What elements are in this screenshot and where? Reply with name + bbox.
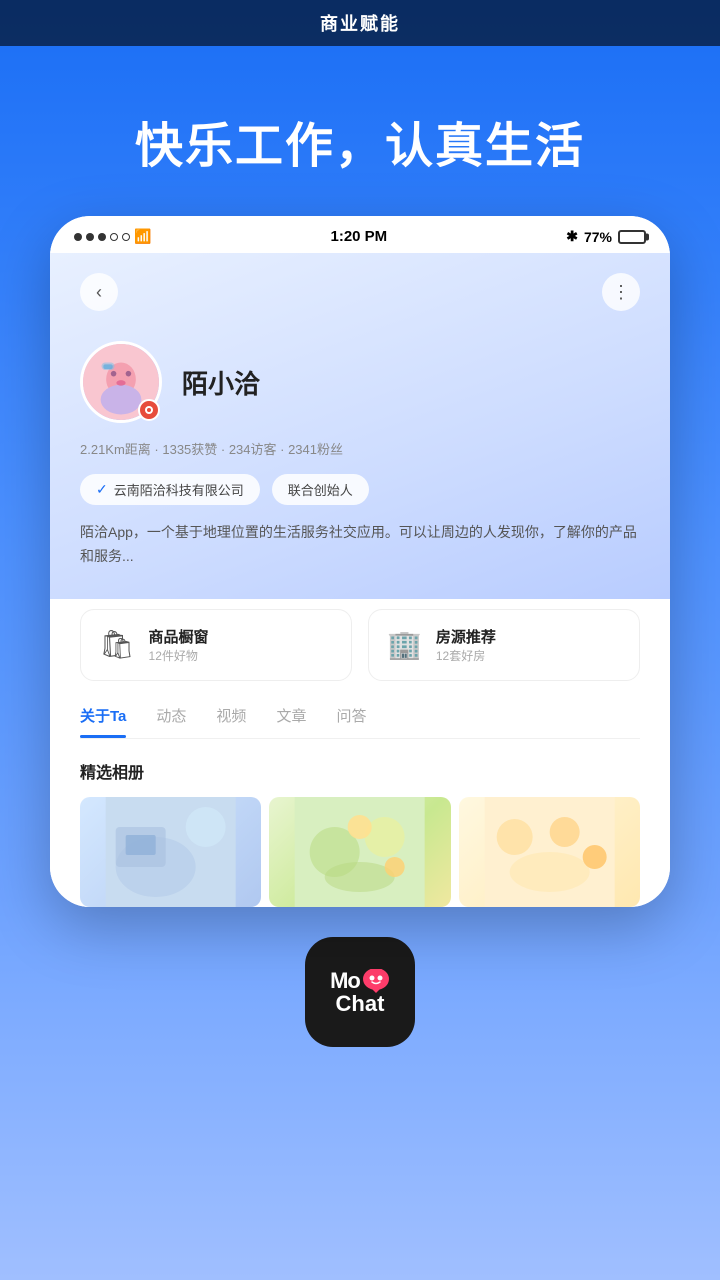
signal-dot-4	[110, 233, 118, 241]
shop-card[interactable]: 🛍 商品橱窗 12件好物	[80, 609, 352, 681]
top-bar: 商业赋能	[0, 0, 720, 46]
bio-text: 陌洽App，一个基于地理位置的生活服务社交应用。可以让周边的人发现你，了解你的产…	[80, 521, 640, 569]
signal-dot-2	[86, 233, 94, 241]
tab-article[interactable]: 文章	[276, 705, 306, 738]
tabs-row: 关于Ta 动态 视频 文章 问答	[80, 705, 640, 739]
avatar-badge	[138, 399, 160, 421]
logo-chat: Chat	[336, 993, 385, 1015]
hero-section: 快乐工作，认真生活	[0, 46, 720, 216]
phone-wrapper: 📶 1:20 PM ✱ 77% ‹ ⋮	[0, 216, 720, 907]
photo-3	[459, 797, 640, 907]
signal-dot-5	[122, 233, 130, 241]
logo-mo: Mo	[330, 970, 360, 992]
status-bar: 📶 1:20 PM ✱ 77%	[50, 216, 670, 253]
company-tag: ✓ 云南陌洽科技有限公司	[80, 474, 260, 505]
tab-video[interactable]: 视频	[216, 705, 246, 738]
shop-icon: 🛍	[99, 628, 135, 661]
back-button[interactable]: ‹	[80, 273, 118, 311]
hero-title: 快乐工作，认真生活	[20, 106, 700, 176]
stats-text: 2.21Km距离 · 1335获赞 · 234访客 · 2341粉丝	[80, 442, 343, 457]
role-tag: 联合创始人	[272, 474, 369, 505]
signal-dot-3	[98, 233, 106, 241]
tab-qa[interactable]: 问答	[336, 705, 366, 738]
house-sub: 12套好房	[436, 647, 496, 664]
tags-row: ✓ 云南陌洽科技有限公司 联合创始人	[80, 474, 640, 505]
profile-header-bg: ‹ ⋮	[50, 253, 670, 599]
avatar-row: 陌小洽	[80, 341, 640, 423]
status-right: ✱ 77%	[566, 228, 646, 245]
photo-2	[269, 797, 450, 907]
house-card[interactable]: 🏢 房源推荐 12套好房	[368, 609, 640, 681]
tab-about[interactable]: 关于Ta	[80, 705, 126, 738]
shop-title: 商品橱窗	[149, 626, 209, 647]
stats-row: 2.21Km距离 · 1335获赞 · 234访客 · 2341粉丝	[80, 439, 640, 458]
bottom-area: Mo Chat	[0, 907, 720, 1067]
verified-icon: ✓	[96, 481, 108, 498]
role-text: 联合创始人	[288, 480, 353, 499]
status-time: 1:20 PM	[330, 228, 387, 245]
wifi-icon: 📶	[134, 228, 151, 245]
battery-icon	[618, 230, 646, 244]
signal-dot-1	[74, 233, 82, 241]
tab-dynamic[interactable]: 动态	[156, 705, 186, 738]
phone-mockup: 📶 1:20 PM ✱ 77% ‹ ⋮	[50, 216, 670, 907]
nav-row: ‹ ⋮	[80, 273, 640, 311]
more-button[interactable]: ⋮	[602, 273, 640, 311]
battery-percent: 77%	[584, 229, 612, 245]
cards-row: 🛍 商品橱窗 12件好物 🏢 房源推荐 12套好房	[80, 609, 640, 681]
bluetooth-icon: ✱	[566, 228, 578, 245]
album-title: 精选相册	[80, 759, 640, 783]
content-area: 🛍 商品橱窗 12件好物 🏢 房源推荐 12套好房 关于Ta	[50, 589, 670, 907]
app-logo: Mo Chat	[305, 937, 415, 1047]
company-name: 云南陌洽科技有限公司	[114, 480, 244, 499]
top-bar-title: 商业赋能	[320, 14, 400, 34]
house-icon: 🏢	[387, 628, 422, 661]
shop-info: 商品橱窗 12件好物	[149, 626, 209, 664]
photo-grid	[80, 797, 640, 907]
profile-name: 陌小洽	[182, 364, 260, 401]
photo-1	[80, 797, 261, 907]
shop-sub: 12件好物	[149, 647, 209, 664]
status-left: 📶	[74, 228, 151, 245]
avatar-container	[80, 341, 162, 423]
house-info: 房源推荐 12套好房	[436, 626, 496, 664]
logo-icon	[362, 969, 390, 993]
house-title: 房源推荐	[436, 626, 496, 647]
